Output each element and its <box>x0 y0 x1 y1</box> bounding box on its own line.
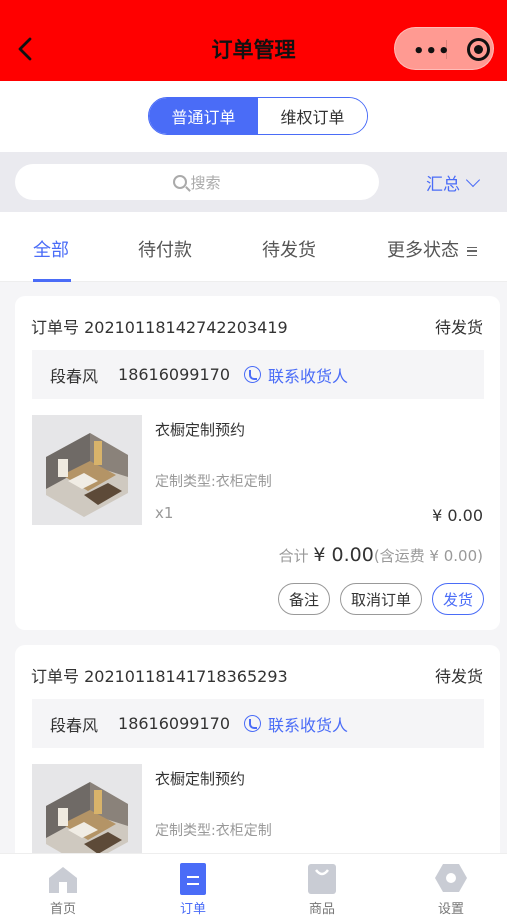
search-placeholder: 搜索 <box>190 173 221 192</box>
tabbar-item-orders[interactable]: 订单 <box>153 854 233 915</box>
remark-button[interactable]: 备注 <box>277 583 330 615</box>
close-target-icon[interactable] <box>467 38 490 61</box>
order-card: 订单号 20210118142742203419 待发货 段春风 1861609… <box>15 296 500 630</box>
product-type: 定制类型:衣柜定制 <box>155 474 272 490</box>
product-type: 定制类型:衣柜定制 <box>155 823 272 839</box>
tabbar-label-orders: 订单 <box>179 902 206 915</box>
contact-consignee-link[interactable]: 联系收货人 <box>244 363 348 387</box>
contact-consignee-link[interactable]: 联系收货人 <box>244 712 348 736</box>
segment-rights-orders[interactable]: 维权订单 <box>258 98 367 134</box>
tab-pending-shipment[interactable]: 待发货 <box>262 236 316 262</box>
tabbar-label-settings: 设置 <box>437 902 464 915</box>
tab-all[interactable]: 全部 <box>33 236 69 262</box>
consignee-row: 段春风 18616099170 联系收货人 <box>32 699 484 748</box>
tabbar-label-products: 商品 <box>308 902 335 915</box>
product-quantity: x1 <box>155 504 174 522</box>
order-number: 订单号 20210118141718365293 <box>31 667 288 686</box>
total-prefix: 合计 <box>278 547 309 565</box>
total-amount: ¥ 0.00 <box>313 544 374 566</box>
segment-normal-orders[interactable]: 普通订单 <box>149 98 258 134</box>
bottom-tab-bar: 首页 订单 商品 设置 <box>0 853 507 915</box>
nav-header: 订单管理 ••• <box>0 0 507 81</box>
list-icon <box>467 246 477 256</box>
tabbar-item-settings[interactable]: 设置 <box>411 854 491 915</box>
order-icon <box>180 863 206 895</box>
contact-consignee-label: 联系收货人 <box>268 366 349 386</box>
tab-pending-payment[interactable]: 待付款 <box>138 236 192 262</box>
order-type-bar: 普通订单 维权订单 <box>0 81 507 152</box>
phone-icon <box>244 715 261 732</box>
product-name: 衣橱定制预约 <box>155 421 246 439</box>
ship-button[interactable]: 发货 <box>431 583 484 615</box>
consignee-phone: 18616099170 <box>118 365 230 384</box>
search-input[interactable]: 搜索 <box>15 164 379 200</box>
home-icon <box>49 867 77 893</box>
product-name: 衣橱定制预约 <box>155 770 246 788</box>
cancel-order-button[interactable]: 取消订单 <box>339 583 422 615</box>
more-menu-icon[interactable]: ••• <box>413 41 451 62</box>
search-bar: 搜索 汇总 <box>0 152 507 212</box>
tabbar-label-home: 首页 <box>49 902 76 915</box>
consignee-name: 段春风 <box>50 715 99 735</box>
active-tab-indicator <box>33 279 71 282</box>
status-tabs: 全部 待付款 待发货 更多状态 <box>0 212 507 282</box>
tabbar-item-home[interactable]: 首页 <box>23 854 103 915</box>
total-shipping-note: (含运费 ¥ 0.00) <box>373 547 483 565</box>
contact-consignee-label: 联系收货人 <box>268 715 349 735</box>
summary-dropdown[interactable]: 汇总 <box>426 170 481 195</box>
order-actions: 备注 取消订单 发货 <box>277 583 484 615</box>
order-type-segment: 普通订单 维权订单 <box>148 97 368 135</box>
mini-program-capsule: ••• <box>394 27 494 70</box>
tabbar-item-products[interactable]: 商品 <box>282 854 362 915</box>
settings-icon <box>435 864 467 892</box>
product-image <box>32 415 142 525</box>
product-price: ¥ 0.00 <box>432 506 483 525</box>
consignee-name: 段春风 <box>50 366 99 386</box>
order-total: 合计 ¥ 0.00(含运费 ¥ 0.00) <box>279 544 483 566</box>
order-number: 订单号 20210118142742203419 <box>31 318 288 337</box>
bag-icon <box>308 864 336 894</box>
consignee-phone: 18616099170 <box>118 714 230 733</box>
summary-label: 汇总 <box>426 175 460 195</box>
tab-more-status[interactable]: 更多状态 <box>387 236 477 262</box>
phone-icon <box>244 366 261 383</box>
capsule-divider <box>446 40 447 59</box>
chevron-down-icon <box>465 172 481 187</box>
search-icon <box>173 175 188 189</box>
order-status: 待发货 <box>434 318 483 337</box>
order-status: 待发货 <box>434 667 483 686</box>
consignee-row: 段春风 18616099170 联系收货人 <box>32 350 484 399</box>
tab-more-status-label: 更多状态 <box>387 240 459 261</box>
